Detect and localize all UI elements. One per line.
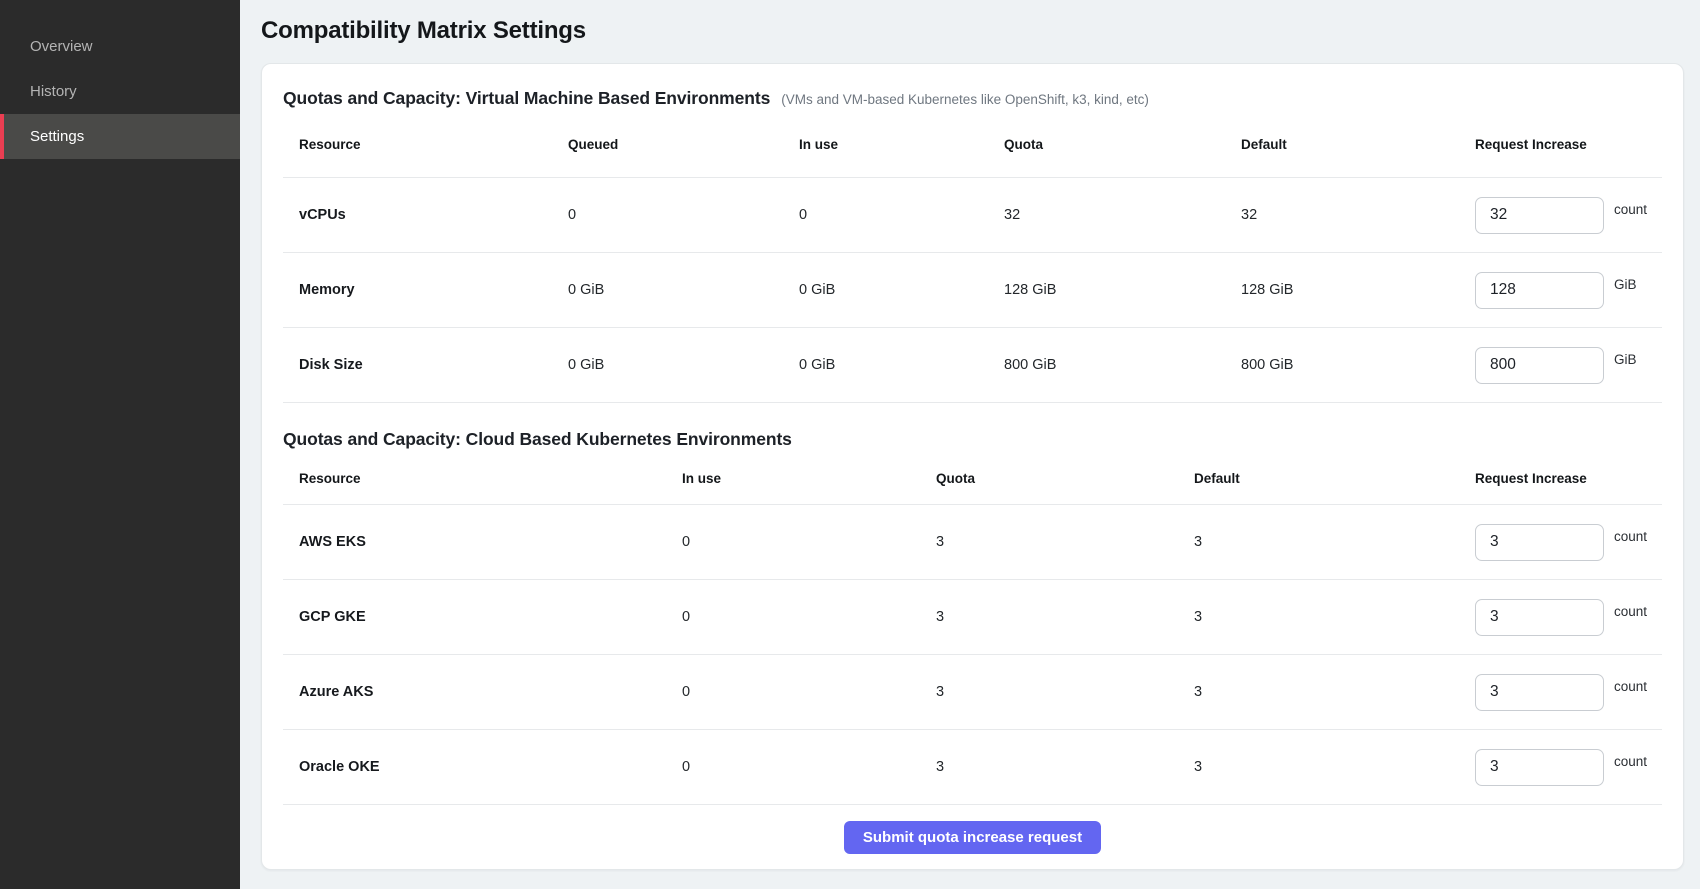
row-label: Disk Size xyxy=(283,357,552,373)
cloud-section-heading: Quotas and Capacity: Cloud Based Kuberne… xyxy=(283,429,1662,453)
default-value: 3 xyxy=(1178,534,1459,550)
oracle-oke-request-input[interactable] xyxy=(1475,749,1604,786)
cloud-section-title: Quotas and Capacity: Cloud Based Kuberne… xyxy=(283,429,792,450)
queued-value: 0 GiB xyxy=(552,282,783,298)
request-increase-cell: count xyxy=(1459,524,1662,561)
in-use-value: 0 xyxy=(666,684,920,700)
app-root: Overview History Settings Compatibility … xyxy=(0,0,1700,889)
row-label: Memory xyxy=(283,282,552,298)
in-use-value: 0 GiB xyxy=(783,282,988,298)
queued-value: 0 xyxy=(552,207,783,223)
queued-value: 0 GiB xyxy=(552,357,783,373)
disk-size-request-input[interactable] xyxy=(1475,347,1604,384)
vm-section-heading: Quotas and Capacity: Virtual Machine Bas… xyxy=(283,88,1662,112)
quota-value: 32 xyxy=(988,207,1225,223)
vm-col-queued: Queued xyxy=(552,137,783,152)
sidebar-item-overview[interactable]: Overview xyxy=(0,24,240,69)
table-row-aws-eks: AWS EKS 0 3 3 count xyxy=(283,505,1662,580)
sidebar: Overview History Settings xyxy=(0,0,240,889)
default-value: 3 xyxy=(1178,609,1459,625)
in-use-value: 0 xyxy=(666,759,920,775)
unit-label: GiB xyxy=(1614,277,1637,292)
table-row-memory: Memory 0 GiB 0 GiB 128 GiB 128 GiB GiB xyxy=(283,253,1662,328)
in-use-value: 0 GiB xyxy=(783,357,988,373)
vm-col-in-use: In use xyxy=(783,137,988,152)
quota-value: 3 xyxy=(920,534,1178,550)
default-value: 128 GiB xyxy=(1225,282,1459,298)
memory-request-input[interactable] xyxy=(1475,272,1604,309)
default-value: 3 xyxy=(1178,684,1459,700)
quota-value: 128 GiB xyxy=(988,282,1225,298)
row-label: Oracle OKE xyxy=(283,759,666,775)
row-label: GCP GKE xyxy=(283,609,666,625)
vm-col-resource: Resource xyxy=(283,137,552,152)
quota-value: 3 xyxy=(920,759,1178,775)
vcpus-request-input[interactable] xyxy=(1475,197,1604,234)
in-use-value: 0 xyxy=(666,609,920,625)
cloud-col-resource: Resource xyxy=(283,471,666,486)
request-increase-cell: GiB xyxy=(1459,347,1662,384)
gcp-gke-request-input[interactable] xyxy=(1475,599,1604,636)
unit-label: count xyxy=(1614,604,1647,619)
unit-label: count xyxy=(1614,529,1647,544)
default-value: 800 GiB xyxy=(1225,357,1459,373)
unit-label: count xyxy=(1614,754,1647,769)
sidebar-item-history[interactable]: History xyxy=(0,69,240,114)
vm-table-header: Resource Queued In use Quota Default Req… xyxy=(283,112,1662,178)
cloud-col-in-use: In use xyxy=(666,471,920,486)
request-increase-cell: GiB xyxy=(1459,272,1662,309)
vm-col-default: Default xyxy=(1225,137,1459,152)
row-label: vCPUs xyxy=(283,207,552,223)
in-use-value: 0 xyxy=(666,534,920,550)
default-value: 3 xyxy=(1178,759,1459,775)
cloud-col-default: Default xyxy=(1178,471,1459,486)
vm-col-quota: Quota xyxy=(988,137,1225,152)
request-increase-cell: count xyxy=(1459,749,1662,786)
aws-eks-request-input[interactable] xyxy=(1475,524,1604,561)
unit-label: GiB xyxy=(1614,352,1637,367)
table-row-oracle-oke: Oracle OKE 0 3 3 count xyxy=(283,730,1662,805)
vm-col-request-increase: Request Increase xyxy=(1459,137,1662,152)
default-value: 32 xyxy=(1225,207,1459,223)
cloud-table-header: Resource In use Quota Default Request In… xyxy=(283,453,1662,505)
table-row-gcp-gke: GCP GKE 0 3 3 count xyxy=(283,580,1662,655)
cloud-col-request-increase: Request Increase xyxy=(1459,471,1662,486)
main-content: Compatibility Matrix Settings Quotas and… xyxy=(240,0,1700,889)
page-title: Compatibility Matrix Settings xyxy=(261,16,1684,46)
vm-section-title: Quotas and Capacity: Virtual Machine Bas… xyxy=(283,88,770,109)
cloud-col-quota: Quota xyxy=(920,471,1178,486)
quotas-card: Quotas and Capacity: Virtual Machine Bas… xyxy=(261,63,1684,870)
vm-section-note: (VMs and VM-based Kubernetes like OpenSh… xyxy=(781,92,1149,107)
table-row-azure-aks: Azure AKS 0 3 3 count xyxy=(283,655,1662,730)
request-increase-cell: count xyxy=(1459,599,1662,636)
in-use-value: 0 xyxy=(783,207,988,223)
table-row-disk-size: Disk Size 0 GiB 0 GiB 800 GiB 800 GiB Gi… xyxy=(283,328,1662,403)
row-label: Azure AKS xyxy=(283,684,666,700)
request-increase-cell: count xyxy=(1459,197,1662,234)
card-footer: Submit quota increase request xyxy=(283,805,1662,869)
table-row-vcpus: vCPUs 0 0 32 32 count xyxy=(283,178,1662,253)
request-increase-cell: count xyxy=(1459,674,1662,711)
sidebar-item-settings[interactable]: Settings xyxy=(0,114,240,159)
unit-label: count xyxy=(1614,202,1647,217)
quota-value: 3 xyxy=(920,684,1178,700)
quota-value: 3 xyxy=(920,609,1178,625)
row-label: AWS EKS xyxy=(283,534,666,550)
submit-quota-button[interactable]: Submit quota increase request xyxy=(844,821,1101,854)
sidebar-nav: Overview History Settings xyxy=(0,24,240,159)
quota-value: 800 GiB xyxy=(988,357,1225,373)
unit-label: count xyxy=(1614,679,1647,694)
azure-aks-request-input[interactable] xyxy=(1475,674,1604,711)
